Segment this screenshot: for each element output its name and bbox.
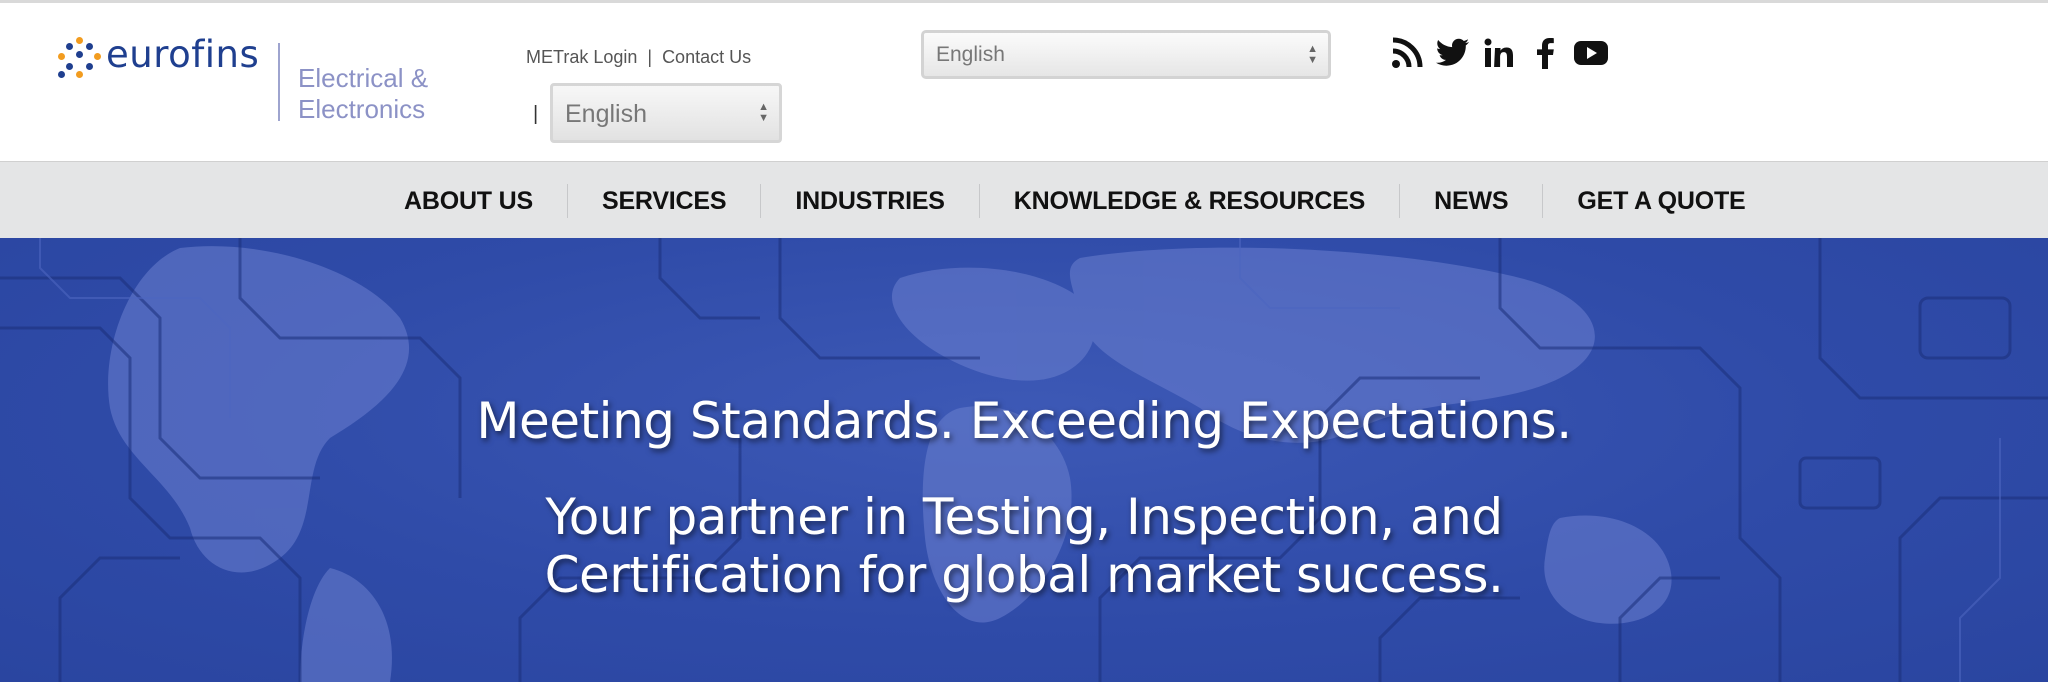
hero-headline: Meeting Standards. Exceeding Expectation…	[476, 392, 1572, 450]
link-separator: |	[647, 47, 653, 67]
division-name: Electrical & Electronics	[298, 63, 458, 125]
nav-services[interactable]: SERVICES	[568, 184, 760, 218]
logo-divider	[278, 43, 280, 121]
utility-links: METrak Login | Contact Us	[526, 47, 751, 68]
hero-tagline: Your partner in Testing, Inspection, and…	[0, 488, 2048, 604]
circuit-world-map-background	[0, 238, 2048, 682]
linkedin-icon[interactable]	[1482, 36, 1516, 70]
social-links	[1390, 36, 1608, 70]
language-select-small-value: English	[565, 100, 647, 128]
division-line-2: Electronics	[298, 94, 426, 124]
nav-knowledge-resources[interactable]: KNOWLEDGE & RESOURCES	[980, 184, 1399, 218]
rss-icon[interactable]	[1390, 36, 1424, 70]
division-line-1: Electrical &	[298, 63, 429, 93]
twitter-icon[interactable]	[1436, 36, 1470, 70]
language-select-large-value: English	[936, 43, 1005, 66]
language-select-large[interactable]: English ▲ ▼	[921, 30, 1331, 79]
main-navigation: ABOUT US SERVICES INDUSTRIES KNOWLEDGE &…	[0, 161, 2048, 238]
select-arrows-icon: ▲ ▼	[1307, 42, 1318, 66]
facebook-icon[interactable]	[1528, 36, 1562, 70]
contact-us-link[interactable]: Contact Us	[662, 47, 751, 68]
hero-banner: Meeting Standards. Exceeding Expectation…	[0, 238, 2048, 682]
eurofins-dots-icon	[58, 37, 102, 81]
eurofins-logo[interactable]: eurofins Electrical & Electronics	[58, 33, 428, 124]
nav-industries[interactable]: INDUSTRIES	[761, 184, 978, 218]
nav-get-a-quote[interactable]: GET A QUOTE	[1543, 184, 1779, 218]
hero-tagline-line-1: Your partner in Testing, Inspection, and	[545, 488, 1503, 546]
nav-about-us[interactable]: ABOUT US	[370, 184, 567, 218]
site-header: eurofins Electrical & Electronics METrak…	[0, 0, 2048, 161]
nav-news[interactable]: NEWS	[1400, 184, 1542, 218]
language-separator: |	[533, 103, 539, 125]
brand-wordmark: eurofins	[106, 33, 260, 76]
language-select-small[interactable]: English ▲ ▼	[550, 83, 782, 143]
youtube-icon[interactable]	[1574, 36, 1608, 70]
select-arrows-icon: ▲ ▼	[758, 101, 769, 124]
hero-tagline-line-2: Certification for global market success.	[544, 546, 1504, 604]
metrak-login-link[interactable]: METrak Login	[526, 47, 637, 68]
